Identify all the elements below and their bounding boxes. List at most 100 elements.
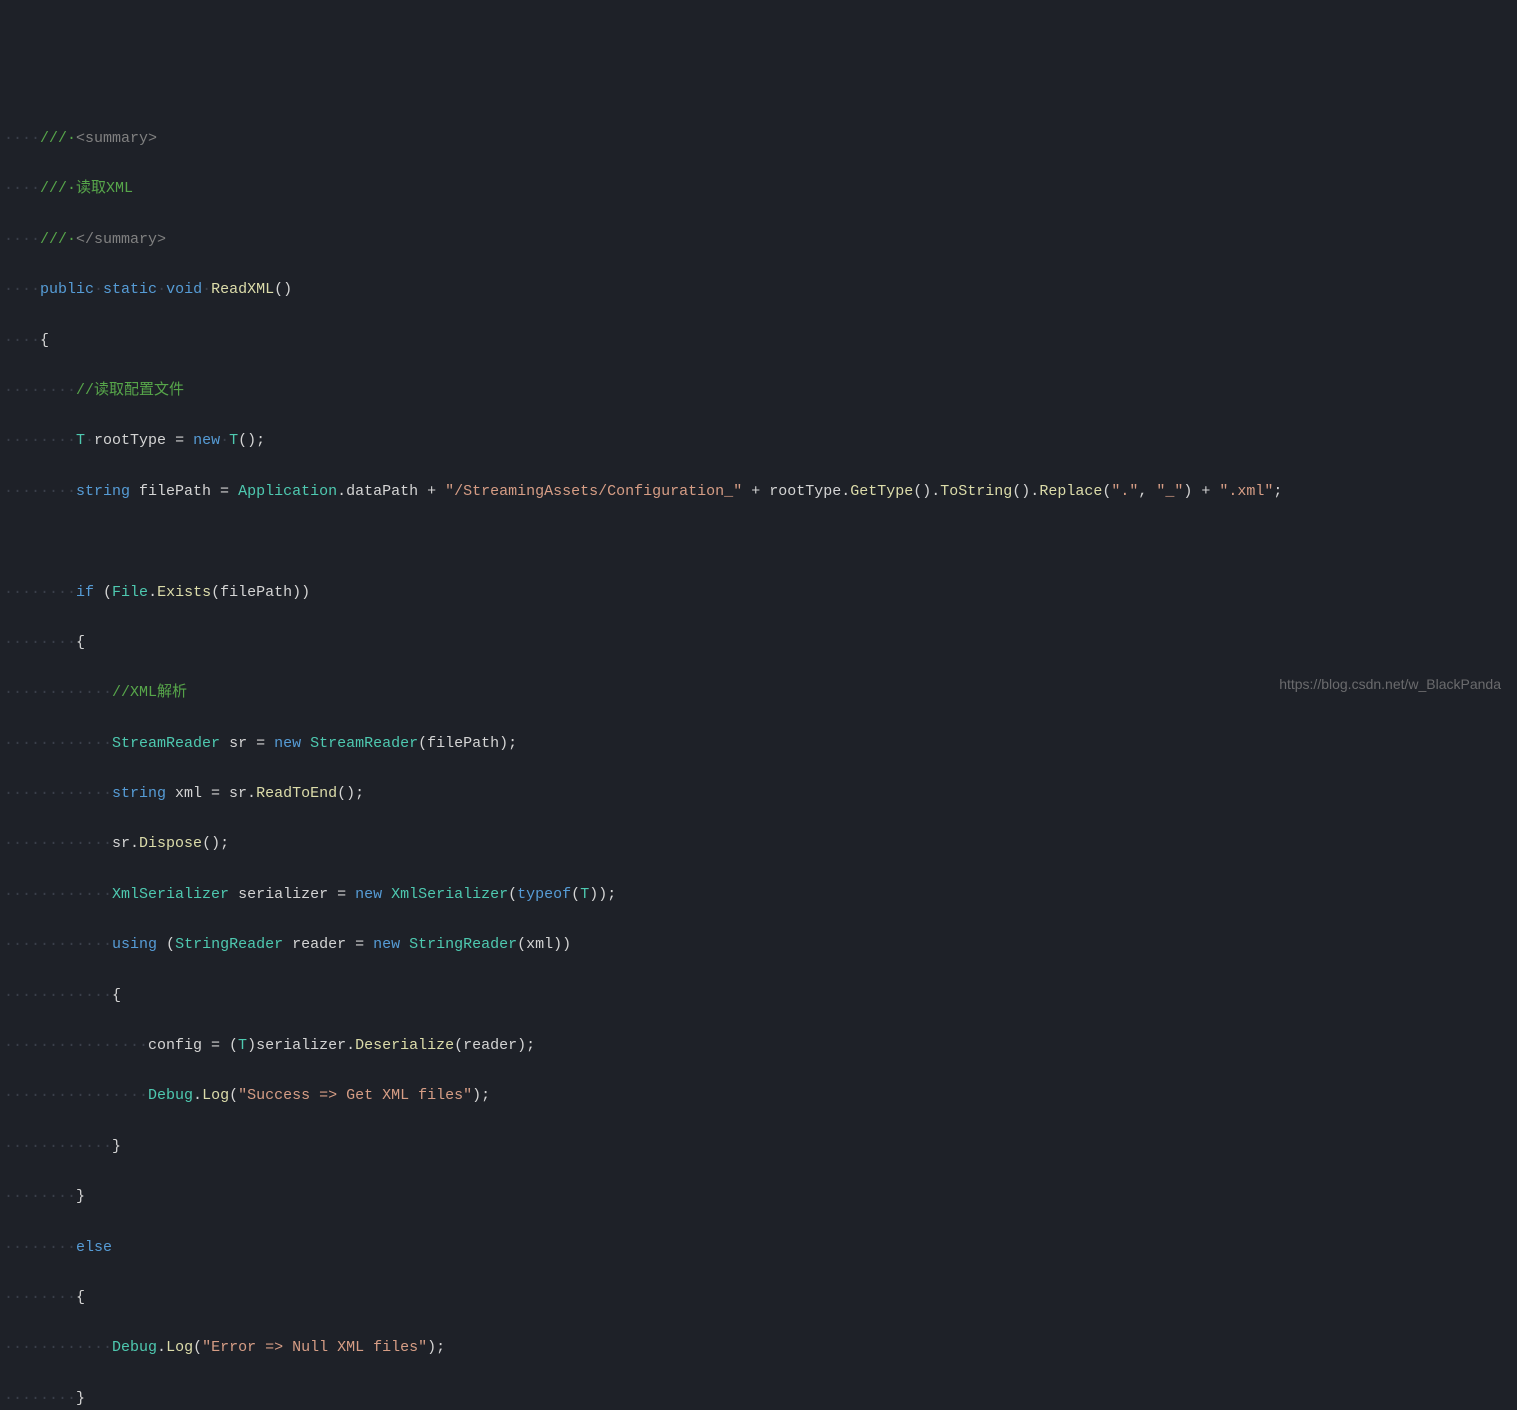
indent-dots: ········ — [4, 382, 76, 399]
code-line: ········T·rootType = new·T(); — [4, 428, 1517, 453]
indent-dots: ········ — [4, 634, 76, 651]
code-line: ············sr.Dispose(); — [4, 831, 1517, 856]
string-literal: "/StreamingAssets/Configuration_" — [445, 483, 742, 500]
keyword: using — [112, 936, 157, 953]
code-line: ········//读取配置文件 — [4, 378, 1517, 403]
code-line: ············XmlSerializer serializer = n… — [4, 882, 1517, 907]
code-line: ············{ — [4, 983, 1517, 1008]
indent-dots: ···· — [4, 130, 40, 147]
indent-dots: ········ — [4, 1188, 76, 1205]
comment: //读取配置文件 — [76, 382, 184, 399]
doc-comment: ///· — [40, 231, 76, 248]
method-call: Log — [202, 1087, 229, 1104]
type: File — [112, 584, 148, 601]
method-call: Exists — [157, 584, 211, 601]
close-brace: } — [76, 1188, 85, 1205]
keyword: new — [274, 735, 301, 752]
indent-dots: ········ — [4, 1289, 76, 1306]
code-line: ····{ — [4, 328, 1517, 353]
indent-dots: ················ — [4, 1037, 148, 1054]
keyword: typeof — [517, 886, 571, 903]
keyword: new — [373, 936, 400, 953]
type: Debug — [148, 1087, 193, 1104]
string-literal: "Error => Null XML files" — [202, 1339, 427, 1356]
type: XmlSerializer — [382, 886, 508, 903]
keyword: string — [112, 785, 166, 802]
code-line: ····public·static·void·ReadXML() — [4, 277, 1517, 302]
indent-dots: ········ — [4, 1239, 76, 1256]
indent-dots: ············ — [4, 1138, 112, 1155]
keyword: public — [40, 281, 94, 298]
indent-dots: ········ — [4, 483, 76, 500]
keyword: string — [76, 483, 130, 500]
parens: () — [274, 281, 292, 298]
xml-tag: </summary> — [76, 231, 166, 248]
indent-dots: ············ — [4, 835, 112, 852]
indent-dots: ················ — [4, 1087, 148, 1104]
code-line: ················Debug.Log("Success => Ge… — [4, 1083, 1517, 1108]
indent-dots: ········ — [4, 1390, 76, 1407]
indent-dots: ············ — [4, 684, 112, 701]
code-line: ····///·<summary> — [4, 126, 1517, 151]
method-call: Log — [166, 1339, 193, 1356]
indent-dots: ············ — [4, 1339, 112, 1356]
keyword: if — [76, 584, 94, 601]
string-literal: ".xml" — [1219, 483, 1273, 500]
code-line: ········if (File.Exists(filePath)) — [4, 580, 1517, 605]
keyword: static — [103, 281, 157, 298]
keyword: else — [76, 1239, 112, 1256]
xml-tag: <summary> — [76, 130, 157, 147]
code-editor[interactable]: ····///·<summary> ····///·读取XML ····///·… — [0, 101, 1517, 1410]
indent-dots: ············ — [4, 987, 112, 1004]
close-brace: } — [112, 1138, 121, 1155]
method-call: Deserialize — [355, 1037, 454, 1054]
code-line: ········} — [4, 1386, 1517, 1410]
code-line: ········string filePath = Application.da… — [4, 479, 1517, 504]
doc-comment: ///· — [40, 130, 76, 147]
type: Debug — [112, 1339, 157, 1356]
code-line: ····///·</summary> — [4, 227, 1517, 252]
type: T — [229, 432, 238, 449]
indent-dots: ········ — [4, 584, 76, 601]
type: T — [238, 1037, 247, 1054]
close-brace: } — [76, 1390, 85, 1407]
indent-dots: ············ — [4, 785, 112, 802]
method-call: ReadToEnd — [256, 785, 337, 802]
type: T — [76, 432, 85, 449]
string-literal: "." — [1111, 483, 1138, 500]
doc-comment: ///· — [40, 180, 76, 197]
type: Application — [238, 483, 337, 500]
indent-dots: ···· — [4, 332, 40, 349]
code-line: ············StreamReader sr = new Stream… — [4, 731, 1517, 756]
method-name: ReadXML — [211, 281, 274, 298]
indent-dots: ···· — [4, 180, 40, 197]
indent-dots: ···· — [4, 231, 40, 248]
string-literal: "_" — [1156, 483, 1183, 500]
code-line: ········else — [4, 1235, 1517, 1260]
code-line: ················config = (T)serializer.D… — [4, 1033, 1517, 1058]
open-brace: { — [112, 987, 121, 1004]
method-call: Dispose — [139, 835, 202, 852]
method-call: ToString — [940, 483, 1012, 500]
code-line: ············using (StringReader reader =… — [4, 932, 1517, 957]
indent-dots: ············ — [4, 936, 112, 953]
code-line — [4, 529, 1517, 554]
code-line: ········} — [4, 1184, 1517, 1209]
keyword: new — [355, 886, 382, 903]
type: XmlSerializer — [112, 886, 229, 903]
indent-dots: ············ — [4, 886, 112, 903]
method-call: Replace — [1039, 483, 1102, 500]
open-brace: { — [76, 634, 85, 651]
type: T — [580, 886, 589, 903]
type: StreamReader — [112, 735, 220, 752]
watermark: https://blog.csdn.net/w_BlackPanda — [1279, 672, 1501, 697]
method-call: GetType — [850, 483, 913, 500]
code-line: ············} — [4, 1134, 1517, 1159]
open-brace: { — [40, 332, 49, 349]
code-line: ········{ — [4, 630, 1517, 655]
type: StringReader — [400, 936, 517, 953]
code-line: ············string xml = sr.ReadToEnd(); — [4, 781, 1517, 806]
string-literal: "Success => Get XML files" — [238, 1087, 472, 1104]
code-line: ········{ — [4, 1285, 1517, 1310]
keyword: void — [166, 281, 202, 298]
